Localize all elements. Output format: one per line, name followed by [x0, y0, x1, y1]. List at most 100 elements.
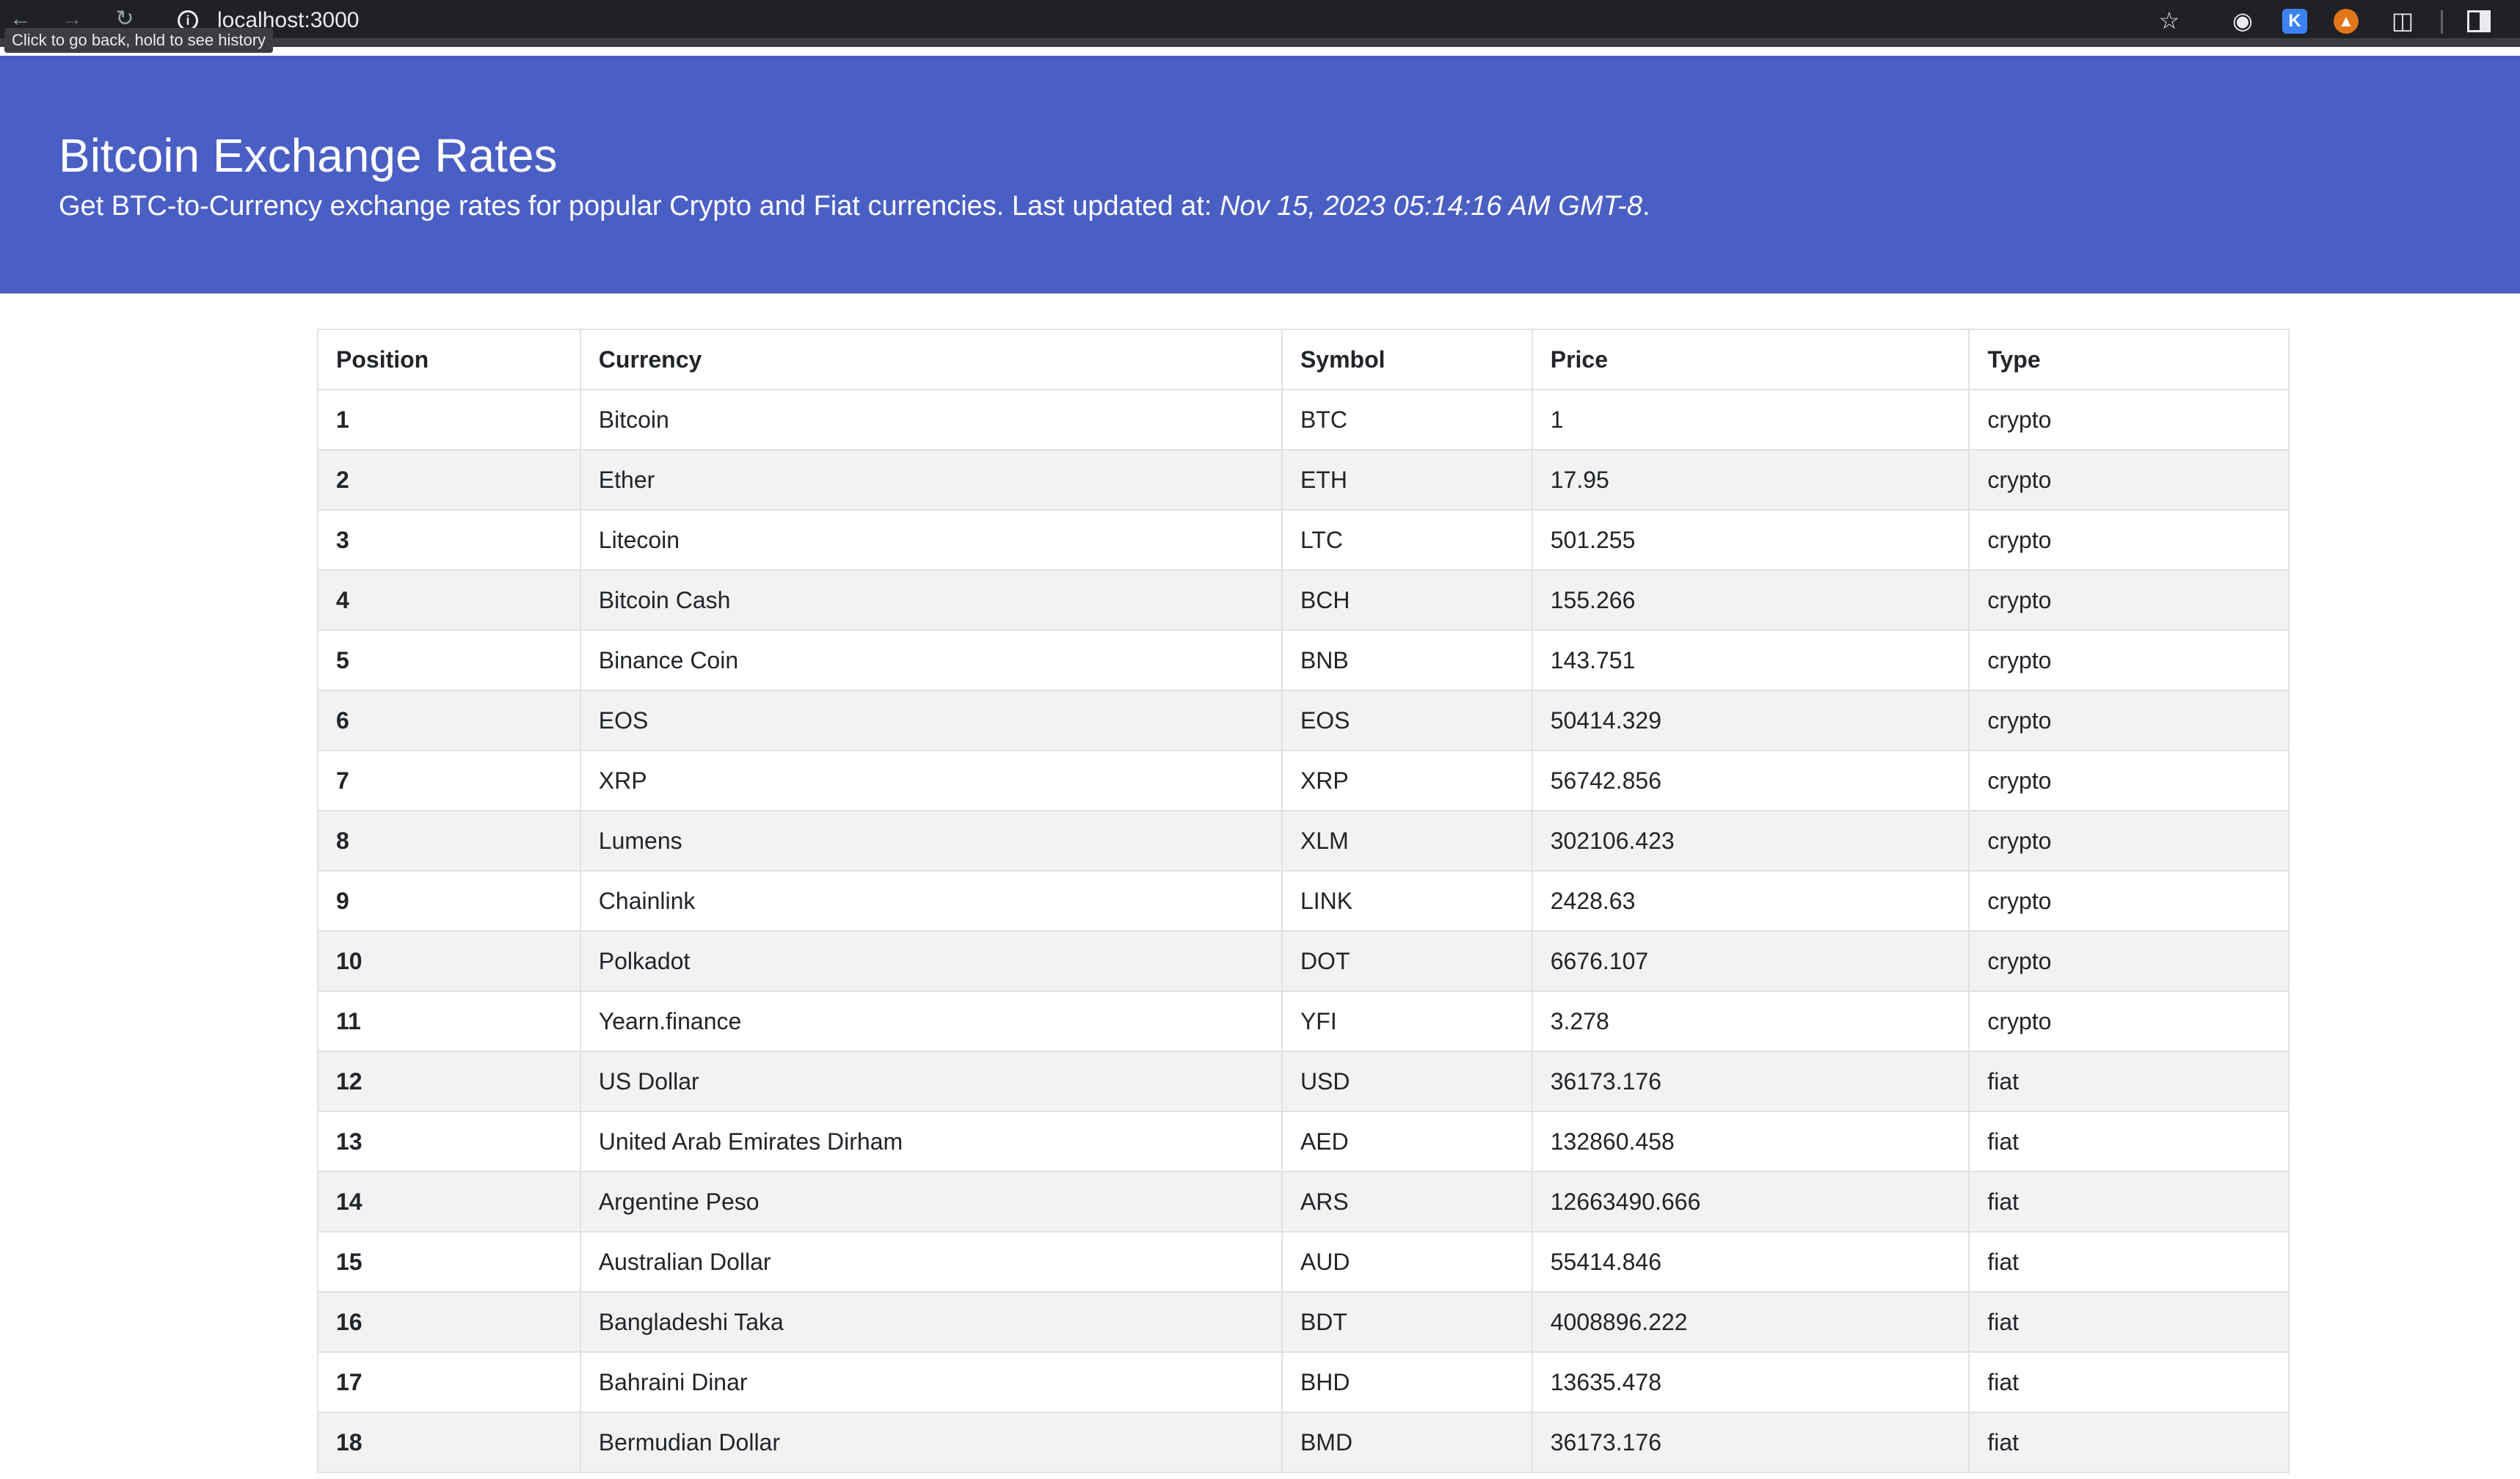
header-currency: Currency — [579, 329, 1283, 390]
cell-price: 55414.846 — [1531, 1231, 1970, 1293]
cell-currency: Polkadot — [579, 930, 1283, 992]
cell-currency: Australian Dollar — [579, 1231, 1283, 1293]
address-bar[interactable] — [163, 3, 2218, 38]
table-row: 8 Lumens XLM 302106.423 crypto — [317, 810, 2290, 872]
cell-position: 13 — [317, 1111, 581, 1172]
cell-position: 16 — [317, 1291, 581, 1353]
cell-symbol: ARS — [1281, 1171, 1533, 1232]
cell-price: 4008896.222 — [1531, 1291, 1970, 1353]
cell-type: crypto — [1968, 389, 2290, 450]
cell-position: 7 — [317, 750, 581, 811]
cell-currency: EOS — [579, 690, 1283, 751]
cell-currency: Bitcoin — [579, 389, 1283, 450]
cell-type: crypto — [1968, 690, 2290, 751]
cell-symbol: LTC — [1281, 509, 1533, 571]
cell-type: crypto — [1968, 930, 2290, 992]
cell-type: fiat — [1968, 1051, 2290, 1112]
cell-type: fiat — [1968, 1231, 2290, 1293]
cell-type: fiat — [1968, 1171, 2290, 1232]
table-body: 1 Bitcoin BTC 1 crypto 2 Ether ETH 17.95 crypto 3 L… — [317, 389, 2290, 1473]
cell-type: crypto — [1968, 509, 2290, 571]
cell-currency: Lumens — [579, 810, 1283, 872]
cell-type: fiat — [1968, 1291, 2290, 1353]
cell-price: 3.278 — [1531, 990, 1970, 1052]
subtitle-period: . — [1642, 191, 1650, 222]
cell-position: 4 — [317, 569, 581, 631]
extensions-puzzle-icon[interactable]: ◫ — [2388, 6, 2417, 35]
table-row: 3 Litecoin LTC 501.255 crypto — [317, 509, 2290, 571]
cell-symbol: BDT — [1281, 1291, 1533, 1353]
cell-currency: US Dollar — [579, 1051, 1283, 1112]
bookmark-star-icon[interactable]: ☆ — [2155, 6, 2184, 35]
cell-type: crypto — [1968, 870, 2290, 932]
cell-position: 18 — [317, 1412, 581, 1473]
record-icon[interactable]: ◉ — [2228, 6, 2257, 35]
cell-type: fiat — [1968, 1351, 2290, 1413]
k-extension-icon[interactable]: K — [2282, 9, 2307, 34]
cell-position: 9 — [317, 870, 581, 932]
page-title: Bitcoin Exchange Rates — [59, 129, 558, 182]
cell-type: crypto — [1968, 750, 2290, 811]
cell-type: crypto — [1968, 569, 2290, 631]
cell-symbol: BMD — [1281, 1412, 1533, 1473]
cell-symbol: EOS — [1281, 690, 1533, 751]
cell-price: 36173.176 — [1531, 1051, 1970, 1112]
cell-price: 50414.329 — [1531, 690, 1970, 751]
cell-symbol: YFI — [1281, 990, 1533, 1052]
table-header-row: Position Currency Symbol Price Type — [317, 329, 2290, 390]
table-row: 5 Binance Coin BNB 143.751 crypto — [317, 629, 2290, 691]
cell-price: 132860.458 — [1531, 1111, 1970, 1172]
table-row: 1 Bitcoin BTC 1 crypto — [317, 389, 2290, 450]
cell-currency: Bahraini Dinar — [579, 1351, 1283, 1413]
cell-position: 5 — [317, 629, 581, 691]
cell-currency: Bangladeshi Taka — [579, 1291, 1283, 1353]
header-symbol: Symbol — [1281, 329, 1533, 390]
table-row: 13 United Arab Emirates Dirham AED 132860.4… — [317, 1111, 2290, 1172]
header-price: Price — [1531, 329, 1970, 390]
cell-position: 2 — [317, 449, 581, 511]
back-button-tooltip: Click to go back, hold to see history — [4, 28, 274, 53]
cell-type: crypto — [1968, 629, 2290, 691]
cell-currency: United Arab Emirates Dirham — [579, 1111, 1283, 1172]
last-updated-timestamp: Nov 15, 2023 05:14:16 AM GMT-8 — [1220, 191, 1642, 222]
table-row: 10 Polkadot DOT 6676.107 crypto — [317, 930, 2290, 992]
table-row: 9 Chainlink LINK 2428.63 crypto — [317, 870, 2290, 932]
hero-banner: Bitcoin Exchange Rates Get BTC-to-Curren… — [0, 56, 2520, 293]
header-position: Position — [317, 329, 581, 390]
cell-type: crypto — [1968, 449, 2290, 511]
cell-symbol: BTC — [1281, 389, 1533, 450]
cell-price: 6676.107 — [1531, 930, 1970, 992]
cell-price: 12663490.666 — [1531, 1171, 1970, 1232]
cell-symbol: BNB — [1281, 629, 1533, 691]
table-row: 16 Bangladeshi Taka BDT 4008896.222 fiat — [317, 1291, 2290, 1353]
cell-position: 11 — [317, 990, 581, 1052]
cell-price: 17.95 — [1531, 449, 1970, 511]
cell-symbol: BCH — [1281, 569, 1533, 631]
cell-currency: XRP — [579, 750, 1283, 811]
cell-currency: Binance Coin — [579, 629, 1283, 691]
cell-position: 15 — [317, 1231, 581, 1293]
table-row: 4 Bitcoin Cash BCH 155.266 crypto — [317, 569, 2290, 631]
subtitle-text: Get BTC-to-Currency exchange rates for p… — [59, 191, 1220, 222]
cell-price: 501.255 — [1531, 509, 1970, 571]
cell-currency: Argentine Peso — [579, 1171, 1283, 1232]
cell-price: 302106.423 — [1531, 810, 1970, 872]
cell-position: 12 — [317, 1051, 581, 1112]
table-row: 11 Yearn.finance YFI 3.278 crypto — [317, 990, 2290, 1052]
cell-type: fiat — [1968, 1412, 2290, 1473]
cell-symbol: USD — [1281, 1051, 1533, 1112]
metamask-fox-icon[interactable]: ▲ — [2334, 9, 2359, 34]
cell-currency: Chainlink — [579, 870, 1283, 932]
header-type: Type — [1968, 329, 2290, 390]
table-row: 14 Argentine Peso ARS 12663490.666 fiat — [317, 1171, 2290, 1232]
cell-position: 14 — [317, 1171, 581, 1232]
table-row: 18 Bermudian Dollar BMD 36173.176 fiat — [317, 1412, 2290, 1473]
table-row: 17 Bahraini Dinar BHD 13635.478 fiat — [317, 1351, 2290, 1413]
cell-currency: Bermudian Dollar — [579, 1412, 1283, 1473]
table-row: 2 Ether ETH 17.95 crypto — [317, 449, 2290, 511]
cell-currency: Ether — [579, 449, 1283, 511]
exchange-rates-table: Position Currency Symbol Price Type 1 Bit… — [317, 329, 2290, 1473]
side-panel-icon[interactable] — [2467, 10, 2491, 32]
cell-price: 155.266 — [1531, 569, 1970, 631]
cell-symbol: XRP — [1281, 750, 1533, 811]
